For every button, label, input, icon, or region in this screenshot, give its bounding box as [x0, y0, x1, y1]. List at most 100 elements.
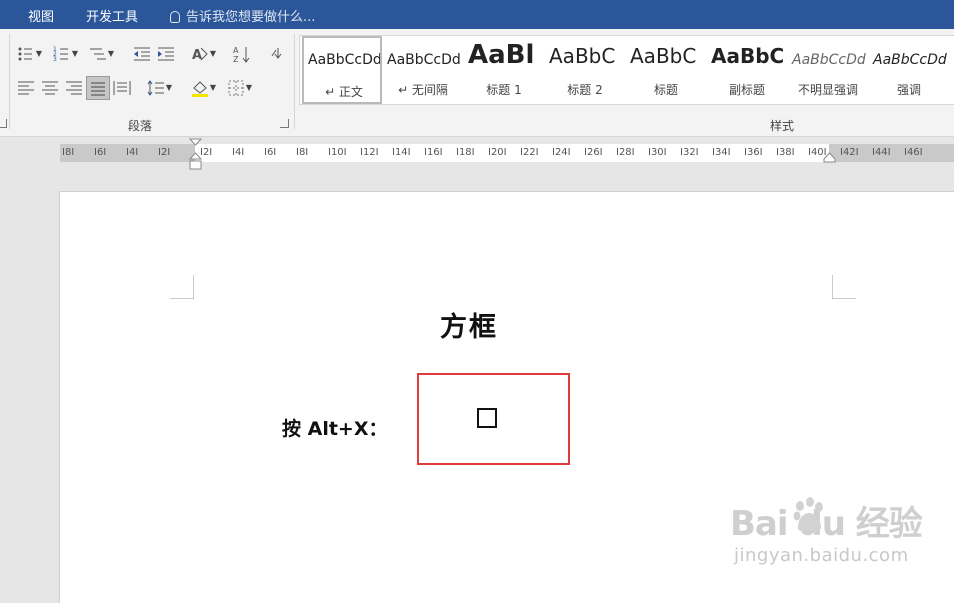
style-preview: AaBbC: [549, 44, 616, 68]
style-title[interactable]: AaBbC 标题: [626, 36, 706, 104]
ruler-number: I12I: [360, 147, 379, 158]
ribbon-tab-bar: 视图 开发工具 告诉我您想要做什么...: [0, 0, 954, 29]
increase-indent-icon[interactable]: [156, 44, 176, 64]
style-name: 标题 1: [486, 83, 522, 97]
chinese-layout-icon[interactable]: A: [190, 44, 210, 64]
tell-me-text: 告诉我您想要做什么...: [186, 10, 316, 25]
style-normal[interactable]: AaBbCcDd ↵ 正文: [302, 36, 382, 104]
align-right-icon[interactable]: [64, 78, 84, 98]
svg-text:A: A: [233, 46, 239, 55]
style-preview: AaBbC: [711, 44, 785, 68]
ruler-number: I14I: [392, 147, 411, 158]
group-separator: [9, 34, 10, 129]
style-name: 标题 2: [567, 83, 603, 97]
chevron-down-icon[interactable]: ▼: [244, 78, 254, 98]
style-name: ↵ 正文: [325, 85, 363, 99]
ruler-number: I44I: [872, 147, 891, 158]
chevron-down-icon[interactable]: ▼: [208, 44, 218, 64]
style-preview: AaBbCcDd: [308, 52, 382, 68]
distributed-icon[interactable]: [112, 78, 132, 98]
ruler-number: I24I: [552, 147, 571, 158]
chevron-down-icon[interactable]: ▼: [164, 78, 174, 98]
ruler-number: I34I: [712, 147, 731, 158]
chevron-down-icon[interactable]: ▼: [34, 44, 44, 64]
tab-developer[interactable]: 开发工具: [86, 6, 138, 25]
ruler-number: I38I: [776, 147, 795, 158]
ruler-number: I4I: [232, 147, 245, 158]
style-preview: AaBbCcDd: [792, 52, 866, 68]
ruler-number: I4I: [126, 147, 139, 158]
align-left-icon[interactable]: [16, 78, 36, 98]
tell-me-box[interactable]: 告诉我您想要做什么...: [170, 6, 315, 25]
ruler-number: I18I: [456, 147, 475, 158]
ribbon: ▼ 123 ▼ ▼ A ▼ AZ ▼ ▼ ▼ 段落 AaBbCcDd ↵ 正文 …: [0, 29, 954, 137]
box-symbol: [477, 408, 497, 428]
ruler-number: I30I: [648, 147, 667, 158]
ruler-number: I8I: [296, 147, 309, 158]
group-separator: [294, 34, 295, 129]
chevron-down-icon[interactable]: ▼: [106, 44, 116, 64]
style-preview: AaBbCcDd: [873, 52, 947, 68]
ruler-number: I36I: [744, 147, 763, 158]
show-formatting-icon[interactable]: [266, 44, 286, 64]
ruler-number: I16I: [424, 147, 443, 158]
ruler-number: I6I: [94, 147, 107, 158]
ruler-number: I26I: [584, 147, 603, 158]
style-name: 副标题: [728, 83, 765, 97]
svg-text:3: 3: [53, 56, 57, 63]
styles-gallery: AaBbCcDd ↵ 正文 AaBbCcDd ↵ 无间隔 AaBl 标题 1 A…: [299, 35, 954, 105]
font-dialog-launcher-icon[interactable]: [0, 119, 7, 128]
ruler-number: I8I: [62, 147, 75, 158]
style-name: 标题: [653, 83, 678, 97]
line-spacing-icon[interactable]: [146, 78, 166, 98]
style-name: ↵ 无间隔: [398, 83, 448, 97]
style-name: 强调: [896, 83, 921, 97]
shading-icon[interactable]: [190, 78, 210, 98]
style-subtle-emphasis[interactable]: AaBbCcDd 不明显强调: [788, 36, 868, 104]
style-heading-2[interactable]: AaBbC 标题 2: [545, 36, 625, 104]
style-subtitle[interactable]: AaBbC 副标题: [707, 36, 787, 104]
ruler-number: I10I: [328, 147, 347, 158]
style-no-spacing[interactable]: AaBbCcDd ↵ 无间隔: [383, 36, 463, 104]
decrease-indent-icon[interactable]: [132, 44, 152, 64]
style-name: 不明显强调: [797, 83, 858, 97]
tab-view[interactable]: 视图: [28, 6, 54, 25]
multilevel-list-icon[interactable]: [88, 44, 108, 64]
styles-group-label: 样式: [770, 119, 795, 133]
bullets-icon[interactable]: [16, 44, 36, 64]
baidu-paw-icon: [793, 497, 823, 532]
ruler-number: I2I: [158, 147, 171, 158]
ruler-number: I20I: [488, 147, 507, 158]
indent-marker-icon[interactable]: [189, 138, 203, 172]
right-indent-marker-icon[interactable]: [823, 152, 837, 164]
ruler-number: I22I: [520, 147, 539, 158]
style-preview: AaBl: [468, 40, 535, 70]
ruler-area: I8I I6I I4I I2I I2I I4I I6I I8I I10I I12I I14I I16I…: [0, 137, 954, 192]
paragraph-group-label: 段落: [128, 119, 153, 133]
document-title: 方框: [440, 312, 498, 343]
ruler-number: I32I: [680, 147, 699, 158]
chevron-down-icon[interactable]: ▼: [208, 78, 218, 98]
style-preview: AaBbCcDd: [387, 52, 461, 68]
style-heading-1[interactable]: AaBl 标题 1: [464, 36, 544, 104]
ruler-number: I28I: [616, 147, 635, 158]
chevron-down-icon[interactable]: ▼: [70, 44, 80, 64]
ruler-number: I42I: [840, 147, 859, 158]
sort-icon[interactable]: AZ: [232, 44, 252, 64]
numbering-icon[interactable]: 123: [52, 44, 72, 64]
borders-icon[interactable]: [226, 78, 246, 98]
watermark-sub-text: jingyan.baidu.com: [734, 545, 909, 566]
crop-mark-left: [170, 275, 194, 299]
align-center-icon[interactable]: [40, 78, 60, 98]
ruler-number: I6I: [264, 147, 277, 158]
svg-text:Z: Z: [233, 55, 239, 64]
style-preview: AaBbC: [630, 44, 697, 68]
ruler-number: I46I: [904, 147, 923, 158]
svg-text:A: A: [192, 48, 202, 63]
shortcut-label: 按 Alt+X：: [282, 418, 388, 440]
crop-mark-right: [832, 275, 856, 299]
paragraph-dialog-launcher-icon[interactable]: [280, 119, 289, 128]
lightbulb-icon: [170, 11, 180, 23]
style-emphasis[interactable]: AaBbCcDd 强调: [869, 36, 949, 104]
justify-icon[interactable]: [86, 76, 110, 100]
